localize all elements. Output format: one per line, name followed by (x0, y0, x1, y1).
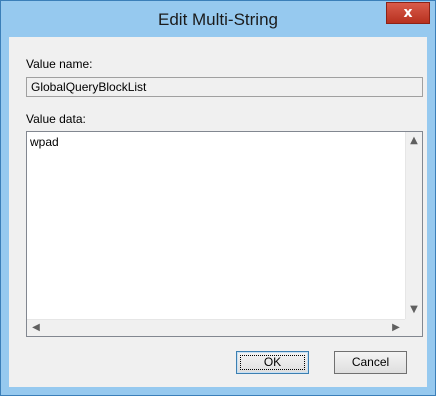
value-data-text: wpad (30, 135, 59, 149)
horizontal-scrollbar[interactable]: ◀ ▶ (27, 319, 405, 336)
chevron-down-icon[interactable]: ▼ (406, 302, 422, 318)
cancel-button[interactable]: Cancel (334, 351, 407, 374)
chevron-up-icon[interactable]: ▲ (406, 133, 422, 149)
ok-button[interactable]: OK (236, 351, 309, 374)
vertical-scrollbar[interactable]: ▲ ▼ (405, 132, 422, 319)
value-data-textarea[interactable]: wpad ▲ ▼ ◀ ▶ (26, 131, 423, 337)
value-name-label: Value name: (26, 57, 93, 71)
close-icon: x (403, 5, 413, 21)
title-bar[interactable]: Edit Multi-String x (1, 1, 435, 37)
chevron-right-icon[interactable]: ▶ (388, 320, 404, 336)
edit-multi-string-dialog: Edit Multi-String x Value name: GlobalQu… (0, 0, 436, 396)
focus-rectangle (240, 355, 305, 370)
scrollbar-corner (405, 319, 422, 336)
value-name-field[interactable]: GlobalQueryBlockList (26, 77, 423, 97)
cancel-button-label: Cancel (351, 355, 390, 369)
dialog-client-area: Value name: GlobalQueryBlockList Value d… (9, 37, 427, 387)
chevron-left-icon[interactable]: ◀ (28, 320, 44, 336)
value-data-label: Value data: (26, 112, 86, 126)
dialog-title: Edit Multi-String (158, 10, 278, 29)
close-button[interactable]: x (386, 2, 430, 24)
